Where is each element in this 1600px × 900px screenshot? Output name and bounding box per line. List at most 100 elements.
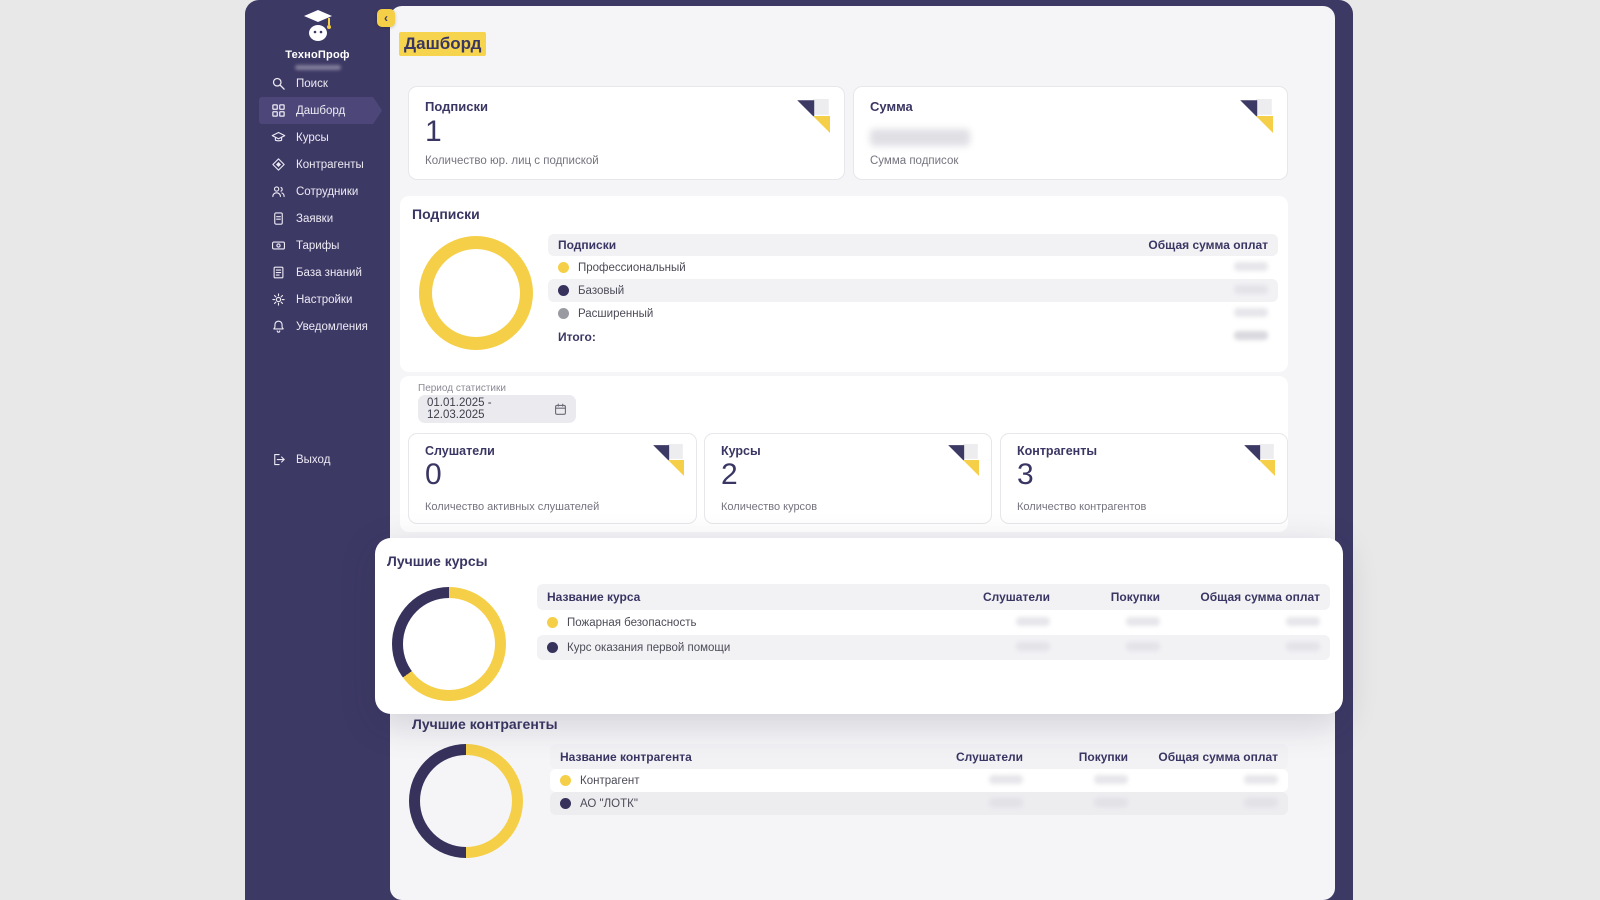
column-header: Общая сумма оплат	[1108, 238, 1268, 252]
best-contragents-donut-chart	[409, 744, 523, 858]
sidebar-item-label: Настройки	[296, 294, 352, 306]
sidebar-item-contragents[interactable]: Контрагенты	[245, 151, 390, 178]
hidden-value	[1234, 262, 1268, 271]
hidden-value	[1094, 775, 1128, 784]
logo: ТехноПроф	[245, 6, 390, 70]
column-header: Подписки	[558, 238, 1108, 252]
section-title: Лучшие контрагенты	[412, 716, 558, 732]
subscriptions-donut-chart	[419, 236, 533, 350]
period-date-input[interactable]: 01.01.2025 - 12.03.2025	[418, 395, 576, 423]
hidden-value	[989, 775, 1023, 784]
row-label: АО "ЛОТК"	[580, 798, 638, 810]
best-courses-card: Лучшие курсы Название курса Слушатели По…	[375, 538, 1343, 714]
hidden-value	[1244, 798, 1278, 807]
listeners-stat-card: Слушатели 0 Количество активных слушател…	[408, 433, 697, 524]
table-row: Контрагент	[550, 769, 1288, 792]
card-subtitle: Сумма подписок	[870, 155, 958, 167]
sidebar-item-knowledge-base[interactable]: База знаний	[245, 259, 390, 286]
legend-dot	[558, 262, 569, 273]
subscriptions-section: Подписки Подписки Общая сумма оплат Проф…	[400, 196, 1288, 372]
corner-arrow-icon	[796, 99, 830, 133]
hidden-value	[1126, 617, 1160, 626]
sidebar-item-employees[interactable]: Сотрудники	[245, 178, 390, 205]
corner-arrow-icon	[1243, 444, 1275, 476]
hidden-value	[1286, 642, 1320, 651]
table-row: Расширенный	[548, 302, 1278, 325]
sum-summary-card: Сумма Сумма подписок	[853, 86, 1288, 180]
hidden-value	[1016, 617, 1050, 626]
sidebar-item-settings[interactable]: Настройки	[245, 286, 390, 313]
logout-icon	[271, 452, 286, 467]
sidebar-collapse-button[interactable]: ‹	[377, 9, 395, 27]
graduation-cap-icon	[271, 130, 286, 145]
app-container: ТехноПроф Поиск Дашборд Курсы	[245, 0, 1353, 900]
best-contragents-table: Название контрагента Слушатели Покупки О…	[550, 744, 1288, 815]
legend-dot	[547, 642, 558, 653]
logout-button[interactable]: Выход	[271, 452, 330, 467]
calendar-icon[interactable]	[554, 403, 567, 416]
legend-dot	[547, 617, 558, 628]
card-subtitle: Количество курсов	[721, 501, 817, 513]
hidden-value	[1126, 642, 1160, 651]
best-courses-table: Название курса Слушатели Покупки Общая с…	[537, 584, 1330, 660]
section-title: Лучшие курсы	[387, 553, 488, 569]
sidebar-item-label: Сотрудники	[296, 186, 358, 198]
column-header: Название курса	[547, 590, 900, 604]
table-row: Пожарная безопасность	[537, 610, 1330, 635]
hidden-value	[1234, 308, 1268, 317]
card-value: 1	[425, 115, 442, 149]
card-title: Курсы	[721, 444, 761, 458]
corner-arrow-icon	[652, 444, 684, 476]
row-label: Профессиональный	[578, 262, 686, 274]
section-title: Подписки	[412, 206, 480, 222]
legend-dot	[560, 775, 571, 786]
table-header-row: Название контрагента Слушатели Покупки О…	[550, 744, 1288, 769]
table-row: Базовый	[548, 279, 1278, 302]
sidebar-item-courses[interactable]: Курсы	[245, 124, 390, 151]
best-courses-donut-chart	[392, 587, 506, 701]
card-value: 2	[721, 458, 738, 492]
sidebar-item-requests[interactable]: Заявки	[245, 205, 390, 232]
row-label: Контрагент	[580, 775, 639, 787]
document-icon	[271, 211, 286, 226]
period-label: Период статистики	[418, 383, 506, 394]
courses-stat-card: Курсы 2 Количество курсов	[704, 433, 992, 524]
search-icon	[271, 76, 286, 91]
dashboard-screen: ТехноПроф Поиск Дашборд Курсы	[0, 0, 1600, 900]
sidebar-item-label: Поиск	[296, 78, 328, 90]
column-header: Название контрагента	[560, 750, 883, 764]
page-title: Дашборд	[399, 32, 486, 56]
table-row: АО "ЛОТК"	[550, 792, 1288, 815]
book-icon	[271, 265, 286, 280]
sidebar: ТехноПроф Поиск Дашборд Курсы	[245, 0, 390, 900]
sidebar-item-label: Заявки	[296, 213, 333, 225]
sidebar-item-search[interactable]: Поиск	[245, 70, 390, 97]
sidebar-item-label: Курсы	[296, 132, 329, 144]
logout-label: Выход	[296, 454, 330, 466]
sidebar-item-dashboard[interactable]: Дашборд	[259, 97, 382, 124]
chevron-left-icon: ‹	[384, 12, 388, 24]
sidebar-item-label: Тарифы	[296, 240, 339, 252]
row-label: Пожарная безопасность	[567, 617, 696, 629]
hidden-value	[870, 129, 970, 146]
sidebar-item-tariffs[interactable]: Тарифы	[245, 232, 390, 259]
corner-arrow-icon	[947, 444, 979, 476]
hidden-value	[1094, 798, 1128, 807]
card-title: Контрагенты	[1017, 444, 1097, 458]
column-header: Покупки	[1050, 590, 1160, 604]
legend-dot	[558, 285, 569, 296]
hidden-value	[1016, 642, 1050, 651]
table-total-row: Итого:	[548, 325, 1278, 349]
card-value: 3	[1017, 458, 1034, 492]
sidebar-menu: Поиск Дашборд Курсы Контрагенты Сотрудни…	[245, 70, 390, 340]
sidebar-item-notifications[interactable]: Уведомления	[245, 313, 390, 340]
column-header: Слушатели	[883, 750, 1023, 764]
subscriptions-summary-card: Подписки 1 Количество юр. лиц с подписко…	[408, 86, 845, 180]
hidden-value	[989, 798, 1023, 807]
column-header: Покупки	[1023, 750, 1128, 764]
card-title: Слушатели	[425, 444, 495, 458]
card-title: Сумма	[870, 99, 913, 114]
sidebar-item-label: База знаний	[296, 267, 362, 279]
hidden-value	[1286, 617, 1320, 626]
hidden-value	[1234, 331, 1268, 340]
